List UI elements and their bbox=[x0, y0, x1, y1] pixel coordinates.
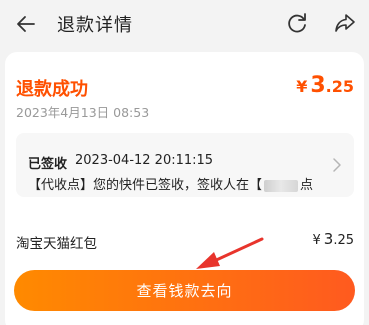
logistics-description: 【代收点】您的快件已签收，签收人在【 点 bbox=[28, 174, 333, 193]
refund-status: 退款成功 bbox=[16, 79, 88, 100]
page-title: 退款详情 bbox=[57, 15, 133, 36]
refund-amount-int: 3 bbox=[310, 73, 326, 98]
view-money-flow-button[interactable]: 查看钱款去向 bbox=[14, 270, 355, 311]
refresh-button[interactable] bbox=[281, 7, 313, 39]
logistics-time: 2023-04-12 20:11:15 bbox=[75, 153, 214, 168]
method-currency: ¥ bbox=[312, 233, 321, 248]
method-amount-dec: .25 bbox=[333, 233, 354, 248]
top-bar: 退款详情 bbox=[0, 0, 369, 48]
refund-amount-dec: .25 bbox=[325, 77, 354, 96]
logistics-desc-prefix: 【代收点】您的快件已签收，签收人在【 bbox=[28, 178, 263, 193]
refund-method-label: 淘宝天猫红包 bbox=[16, 236, 97, 252]
refund-method-amount: ¥3.25 bbox=[312, 230, 354, 248]
redacted-text bbox=[264, 179, 299, 192]
refresh-icon bbox=[288, 13, 306, 33]
logistics-status: 已签收 bbox=[28, 157, 68, 172]
share-icon bbox=[335, 14, 355, 32]
logistics-entry[interactable]: 已签收 2023-04-12 20:11:15 【代收点】您的快件已签收，签收人… bbox=[16, 133, 354, 197]
share-button[interactable] bbox=[329, 7, 361, 39]
logistics-desc-suffix: 点 bbox=[300, 178, 314, 193]
refund-currency: ¥ bbox=[296, 77, 308, 96]
back-button[interactable] bbox=[10, 8, 42, 40]
method-amount-int: 3 bbox=[323, 230, 334, 248]
arrow-left-icon bbox=[17, 16, 35, 32]
refund-amount: ¥3.25 bbox=[296, 73, 354, 98]
chevron-right-icon bbox=[333, 158, 341, 172]
refund-time: 2023年4月13日 08:53 bbox=[16, 105, 150, 120]
